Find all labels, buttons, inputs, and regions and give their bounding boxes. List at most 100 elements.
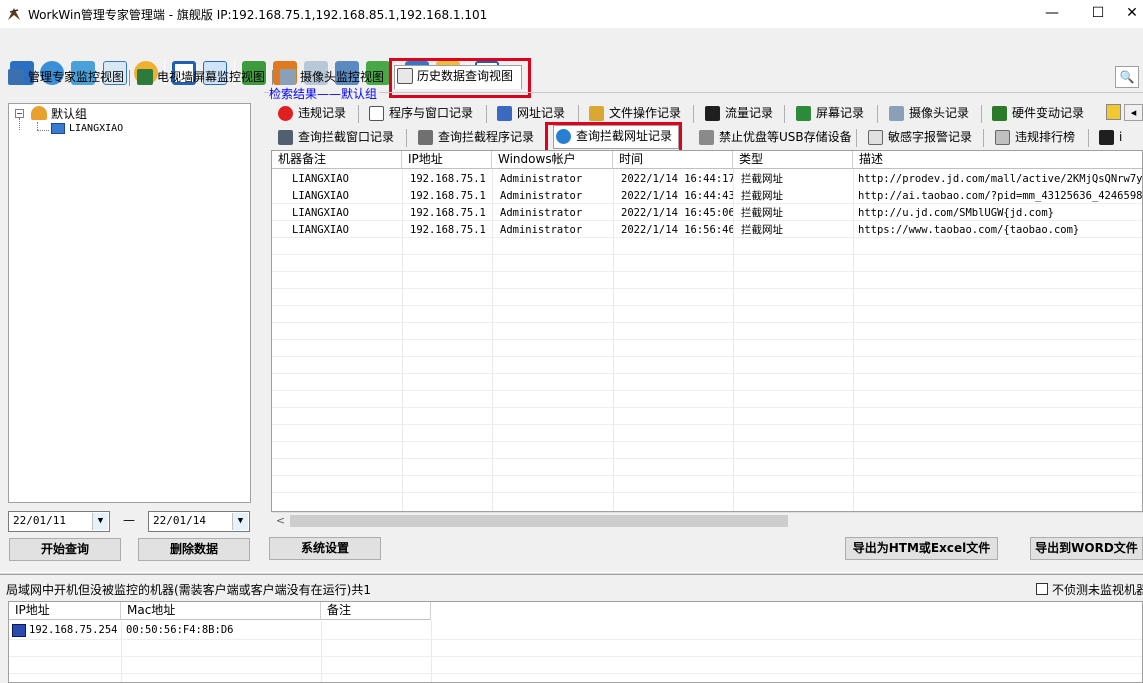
ignore-unmonitored-checkbox[interactable] bbox=[1036, 583, 1048, 595]
subtab-keyword-alert[interactable]: 敏感字报警记录 bbox=[866, 127, 972, 149]
subtab-separator bbox=[981, 105, 982, 123]
table-row[interactable]: LIANGXIAO 192.168.75.1 Administrator 202… bbox=[272, 188, 1142, 205]
grid-line bbox=[272, 356, 1142, 357]
subtab-label: 查询拦截窗口记录 bbox=[298, 130, 395, 144]
machine-tree[interactable]: − 默认组 LIANGXIAO bbox=[8, 103, 251, 503]
subtab-separator bbox=[877, 105, 878, 123]
date-to-picker[interactable]: 22/01/14 ▼ bbox=[148, 511, 250, 532]
subtab-usb-block[interactable]: 禁止优盘等USB存储设备 bbox=[697, 127, 852, 149]
system-settings-button[interactable]: 系统设置 bbox=[269, 537, 381, 560]
chevron-down-icon[interactable]: ▼ bbox=[92, 513, 108, 530]
cell-mac: 00:50:56:F4:8B:D6 bbox=[126, 624, 234, 636]
scrollbar-thumb[interactable] bbox=[290, 515, 788, 527]
table-row[interactable]: 192.168.75.254 00:50:56:F4:8B:D6 bbox=[9, 622, 1142, 639]
grid-line bbox=[272, 339, 1142, 340]
grid-line bbox=[9, 673, 1142, 674]
column-header[interactable]: 类型 bbox=[733, 151, 853, 169]
overflow-tab-icon[interactable] bbox=[1106, 104, 1121, 120]
tab-monitor-view[interactable]: 管理专家监控视图 bbox=[6, 67, 124, 89]
camera-record-icon bbox=[889, 106, 904, 121]
keyword-alert-icon bbox=[868, 130, 883, 145]
results-group-border bbox=[264, 92, 1143, 93]
results-legend: 检索结果——默认组 bbox=[269, 85, 380, 102]
cell-account: Administrator bbox=[500, 207, 583, 219]
subtab-screen-record[interactable]: 屏幕记录 bbox=[794, 103, 864, 125]
subtab-more[interactable]: i bbox=[1097, 127, 1143, 149]
delete-data-button[interactable]: 删除数据 bbox=[138, 538, 250, 561]
subtab-block-window[interactable]: 查询拦截窗口记录 bbox=[276, 127, 394, 149]
subtab-block-program[interactable]: 查询拦截程序记录 bbox=[416, 127, 534, 149]
tab-separator bbox=[272, 70, 273, 86]
subtab-hardware[interactable]: 硬件变动记录 bbox=[990, 103, 1084, 125]
records-table[interactable]: 机器备注 IP地址 Windows帐户 时间 类型 描述 LIANGXIAO 1… bbox=[271, 150, 1143, 512]
subtab-program-window[interactable]: 程序与窗口记录 bbox=[367, 103, 473, 125]
subtab-ranking[interactable]: 违规排行榜 bbox=[993, 127, 1075, 149]
cell-ip: 192.168.75.1 bbox=[410, 173, 486, 185]
column-header[interactable]: 备注 bbox=[321, 602, 431, 620]
block-url-icon bbox=[556, 129, 571, 144]
cell-time: 2022/1/14 16:56:46 bbox=[621, 224, 733, 236]
grid-line bbox=[272, 373, 1142, 374]
tree-group-label[interactable]: 默认组 bbox=[51, 105, 87, 122]
tab-label: 摄像头监控视图 bbox=[300, 70, 385, 84]
table-row[interactable]: LIANGXIAO 192.168.75.1 Administrator 202… bbox=[272, 171, 1143, 188]
column-header[interactable]: Windows帐户 bbox=[492, 151, 613, 169]
column-header[interactable]: 机器备注 bbox=[272, 151, 402, 169]
export-html-excel-button[interactable]: 导出为HTM或Excel文件 bbox=[845, 537, 998, 560]
tab-scroll-left-button[interactable]: ◂ bbox=[1124, 104, 1143, 121]
subtab-separator bbox=[693, 105, 694, 123]
table-row[interactable]: LIANGXIAO 192.168.75.1 Administrator 202… bbox=[272, 222, 1142, 239]
close-button[interactable]: ✕ bbox=[1121, 0, 1143, 28]
computer-icon bbox=[51, 123, 65, 134]
table-row[interactable]: LIANGXIAO 192.168.75.1 Administrator 202… bbox=[272, 205, 1142, 222]
cell-time: 2022/1/14 16:45:06 bbox=[621, 207, 733, 219]
subtab-traffic[interactable]: 流量记录 bbox=[703, 103, 773, 125]
export-word-button[interactable]: 导出到WORD文件 bbox=[1030, 537, 1143, 560]
column-header[interactable]: IP地址 bbox=[9, 602, 121, 620]
subtab-separator bbox=[406, 129, 407, 147]
maximize-button[interactable]: ☐ bbox=[1075, 0, 1121, 28]
tab-tv-wall-view[interactable]: 电视墙屏幕监控视图 bbox=[135, 67, 265, 89]
cell-type: 拦截网址 bbox=[741, 207, 783, 219]
title-bar: WorkWin管理专家管理端 - 旗舰版 IP:192.168.75.1,192… bbox=[0, 0, 1143, 28]
subtab-url[interactable]: 网址记录 bbox=[495, 103, 565, 125]
start-query-button[interactable]: 开始查询 bbox=[9, 538, 121, 561]
column-header[interactable]: Mac地址 bbox=[121, 602, 321, 620]
search-icon: 🔍 bbox=[1119, 70, 1135, 84]
column-header[interactable]: IP地址 bbox=[402, 151, 492, 169]
tree-expander[interactable]: − bbox=[15, 109, 24, 118]
date-from-picker[interactable]: 22/01/11 ▼ bbox=[8, 511, 110, 532]
column-header[interactable]: 描述 bbox=[853, 151, 1142, 169]
grid-line bbox=[272, 475, 1142, 476]
minimize-button[interactable]: — bbox=[1029, 0, 1075, 28]
cell-ip: 192.168.75.1 bbox=[410, 207, 486, 219]
program-window-icon bbox=[369, 106, 384, 121]
horizontal-scrollbar[interactable]: < bbox=[272, 512, 1143, 529]
grid-line bbox=[9, 639, 1142, 640]
more-icon bbox=[1099, 130, 1114, 145]
chevron-down-icon[interactable]: ▼ bbox=[232, 513, 248, 530]
tab-history-query-view[interactable]: 历史数据查询视图 bbox=[394, 65, 522, 89]
subtab-label: 敏感字报警记录 bbox=[888, 130, 973, 144]
subtab-separator bbox=[578, 105, 579, 123]
grid-line bbox=[272, 288, 1142, 289]
subtab-violation[interactable]: 违规记录 bbox=[276, 103, 346, 125]
column-header[interactable]: 时间 bbox=[613, 151, 733, 169]
url-icon bbox=[497, 106, 512, 121]
subtab-label: 流量记录 bbox=[725, 106, 774, 120]
cell-machine: LIANGXIAO bbox=[292, 190, 349, 202]
monitor-view-icon bbox=[8, 69, 24, 85]
subtab-block-url[interactable]: 查询拦截网址记录 bbox=[553, 125, 679, 149]
subtab-label: 查询拦截程序记录 bbox=[438, 130, 535, 144]
scroll-left-button[interactable]: < bbox=[272, 513, 289, 529]
subtab-separator bbox=[983, 129, 984, 147]
cell-ip: 192.168.75.254 bbox=[29, 624, 118, 636]
unmonitored-machines-table[interactable]: IP地址 Mac地址 备注 192.168.75.254 00:50:56:F4… bbox=[8, 601, 1143, 683]
search-button[interactable]: 🔍 bbox=[1115, 66, 1139, 88]
cell-description: http://prodev.jd.com/mall/active/2KMjQsQ… bbox=[858, 173, 1143, 185]
toolbar: ? bbox=[0, 28, 1143, 85]
subtab-camera-record[interactable]: 摄像头记录 bbox=[887, 103, 969, 125]
cell-machine: LIANGXIAO bbox=[292, 207, 349, 219]
tree-machine-label[interactable]: LIANGXIAO bbox=[69, 123, 123, 134]
subtab-file-ops[interactable]: 文件操作记录 bbox=[587, 103, 681, 125]
